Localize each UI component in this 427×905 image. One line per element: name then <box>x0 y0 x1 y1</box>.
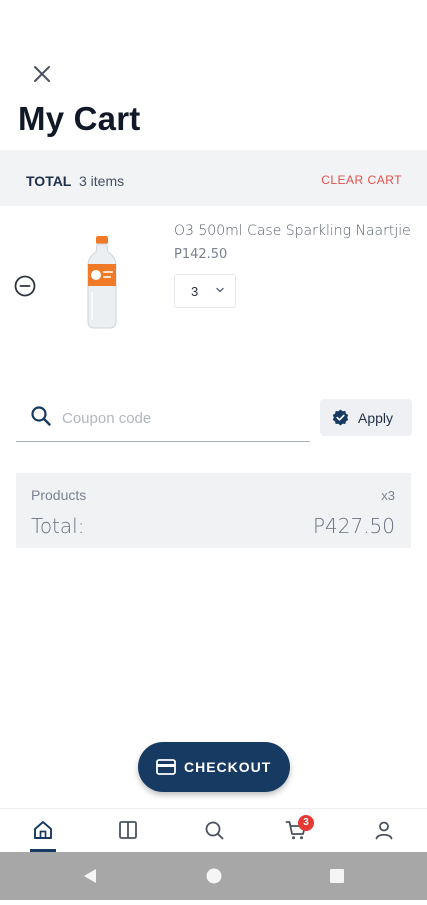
products-count: x3 <box>381 488 395 503</box>
system-back-button[interactable] <box>66 852 114 900</box>
minus-circle-icon <box>14 275 36 297</box>
back-triangle-icon <box>84 869 96 883</box>
cart-badge: 3 <box>298 815 314 831</box>
catalog-icon <box>119 821 137 839</box>
system-home-button[interactable] <box>190 852 238 900</box>
nav-profile[interactable] <box>363 809 403 853</box>
close-button[interactable] <box>28 60 56 88</box>
remove-item-button[interactable] <box>14 275 36 297</box>
profile-icon <box>375 821 393 840</box>
close-icon <box>34 66 50 82</box>
nav-catalog[interactable] <box>107 809 147 853</box>
checkout-label: CHECKOUT <box>184 759 272 775</box>
recents-square-icon <box>330 869 344 883</box>
checkout-button[interactable]: CHECKOUT <box>138 742 290 792</box>
apply-label: Apply <box>358 410 394 426</box>
coupon-underline <box>16 441 310 442</box>
products-label: Products <box>31 487 87 503</box>
verified-badge-icon <box>332 409 349 426</box>
search-icon <box>31 406 51 426</box>
home-icon <box>34 821 52 839</box>
quantity-select[interactable]: 3 <box>174 274 236 308</box>
bottom-navigation <box>0 808 427 853</box>
page-title: My Cart <box>18 100 141 137</box>
product-name: O3 500ml Case Sparkling Naartjie <box>174 223 411 239</box>
search-icon <box>205 821 224 840</box>
order-summary: Products x3 Total: P427.50 <box>16 473 411 548</box>
coupon-code-input[interactable] <box>60 404 304 432</box>
apply-coupon-button[interactable]: Apply <box>320 399 412 436</box>
product-price: P142.50 <box>174 247 228 262</box>
item-count: 3 items <box>79 173 125 189</box>
quantity-value: 3 <box>191 284 199 299</box>
system-recents-button[interactable] <box>313 852 361 900</box>
total-value: P427.50 <box>312 514 395 538</box>
total-label: Total: <box>31 514 85 538</box>
home-circle-icon <box>206 868 222 884</box>
product-image <box>84 234 120 330</box>
clear-cart-button[interactable]: CLEAR CART <box>321 173 402 187</box>
system-navigation-bar <box>0 852 427 900</box>
nav-home[interactable] <box>22 809 62 853</box>
nav-search[interactable] <box>193 809 233 853</box>
total-label: TOTAL <box>26 173 72 189</box>
chevron-down-icon <box>216 287 224 293</box>
credit-card-icon <box>156 759 176 775</box>
